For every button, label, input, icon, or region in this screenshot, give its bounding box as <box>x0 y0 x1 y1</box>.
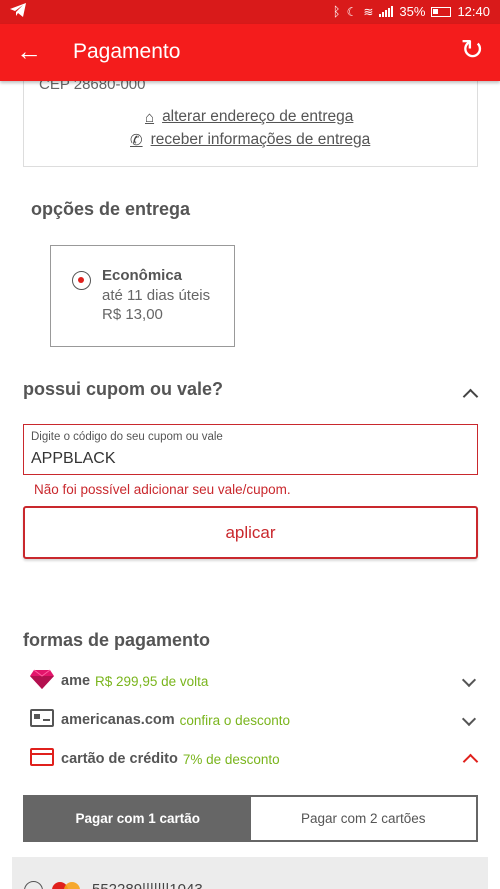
battery-percent: 35% <box>399 4 426 19</box>
payment-method-note: confira o desconto <box>179 712 290 728</box>
page-title: Pagamento <box>73 40 181 63</box>
credit-card-icon <box>30 748 54 770</box>
tab-two-cards[interactable]: Pagar com 2 cartões <box>250 797 476 840</box>
refresh-icon[interactable]: ↻ <box>461 34 484 66</box>
coupon-title: possui cupom ou vale? <box>23 379 224 399</box>
back-arrow-icon[interactable]: ← <box>16 36 42 66</box>
coupon-field[interactable]: Digite o código do seu cupom ou vale <box>23 424 478 475</box>
payment-method-credit-card[interactable]: cartão de crédito 7% de desconto <box>30 746 480 772</box>
shipping-price: R$ 13,00 <box>102 306 163 323</box>
card-radio[interactable] <box>24 881 43 889</box>
change-address-link[interactable]: ⌂ alterar endereço de entrega <box>145 108 353 126</box>
gift-card-icon <box>30 709 54 731</box>
payment-method-note: R$ 299,95 de volta <box>95 673 209 689</box>
payment-method-name: americanas.com <box>61 712 175 728</box>
payment-methods-title: formas de pagamento <box>23 630 211 650</box>
coupon-input[interactable] <box>31 448 461 470</box>
whatsapp-icon: ✆ <box>130 132 143 149</box>
shipping-name: Econômica <box>102 267 183 284</box>
delivery-info-label: receber informações de entrega <box>150 131 371 148</box>
coupon-field-label: Digite o código do seu cupom ou vale <box>31 431 223 443</box>
shipping-time: até 11 dias úteis <box>102 287 211 304</box>
apply-coupon-button[interactable]: aplicar <box>23 506 478 559</box>
signal-icon <box>379 6 394 17</box>
bluetooth-icon: ᛒ <box>332 4 341 19</box>
app-bar: ← Pagamento ↻ <box>0 24 500 81</box>
saved-card-item[interactable]: 552289|||||||1043 <box>12 857 488 889</box>
payment-method-ame[interactable]: ame R$ 299,95 de volta <box>30 668 480 694</box>
collapse-coupon-icon[interactable] <box>462 388 479 405</box>
wifi-icon: ≋ <box>363 4 374 19</box>
ame-diamond-icon <box>30 669 54 693</box>
payment-method-name: cartão de crédito <box>61 751 178 767</box>
shipping-option-economica[interactable]: Econômica até 11 dias úteis R$ 13,00 <box>50 245 235 347</box>
shipping-radio[interactable] <box>72 271 91 290</box>
card-count-tabs: Pagar com 1 cartão Pagar com 2 cartões <box>23 795 478 842</box>
delivery-options-title: opções de entrega <box>31 199 191 219</box>
telegram-icon <box>10 3 26 20</box>
do-not-disturb-icon: ☾ <box>346 4 358 19</box>
battery-icon <box>431 6 452 17</box>
payment-method-name: ame <box>61 673 91 689</box>
clock: 12:40 <box>457 4 490 19</box>
status-bar: ᛒ ☾ ≋ 35% 12:40 <box>0 0 500 24</box>
payment-method-note: 7% de desconto <box>182 751 280 767</box>
card-number: 552289|||||||1043 <box>92 881 203 889</box>
payment-method-americanas[interactable]: americanas.com confira o desconto <box>30 707 480 733</box>
mastercard-icon <box>52 882 80 889</box>
coupon-error-message: Não foi possível adicionar seu vale/cupo… <box>34 482 291 497</box>
delivery-info-link[interactable]: ✆ receber informações de entrega <box>130 131 370 149</box>
change-address-label: alterar endereço de entrega <box>162 108 354 125</box>
tab-one-card[interactable]: Pagar com 1 cartão <box>25 797 251 840</box>
home-icon: ⌂ <box>145 108 155 126</box>
